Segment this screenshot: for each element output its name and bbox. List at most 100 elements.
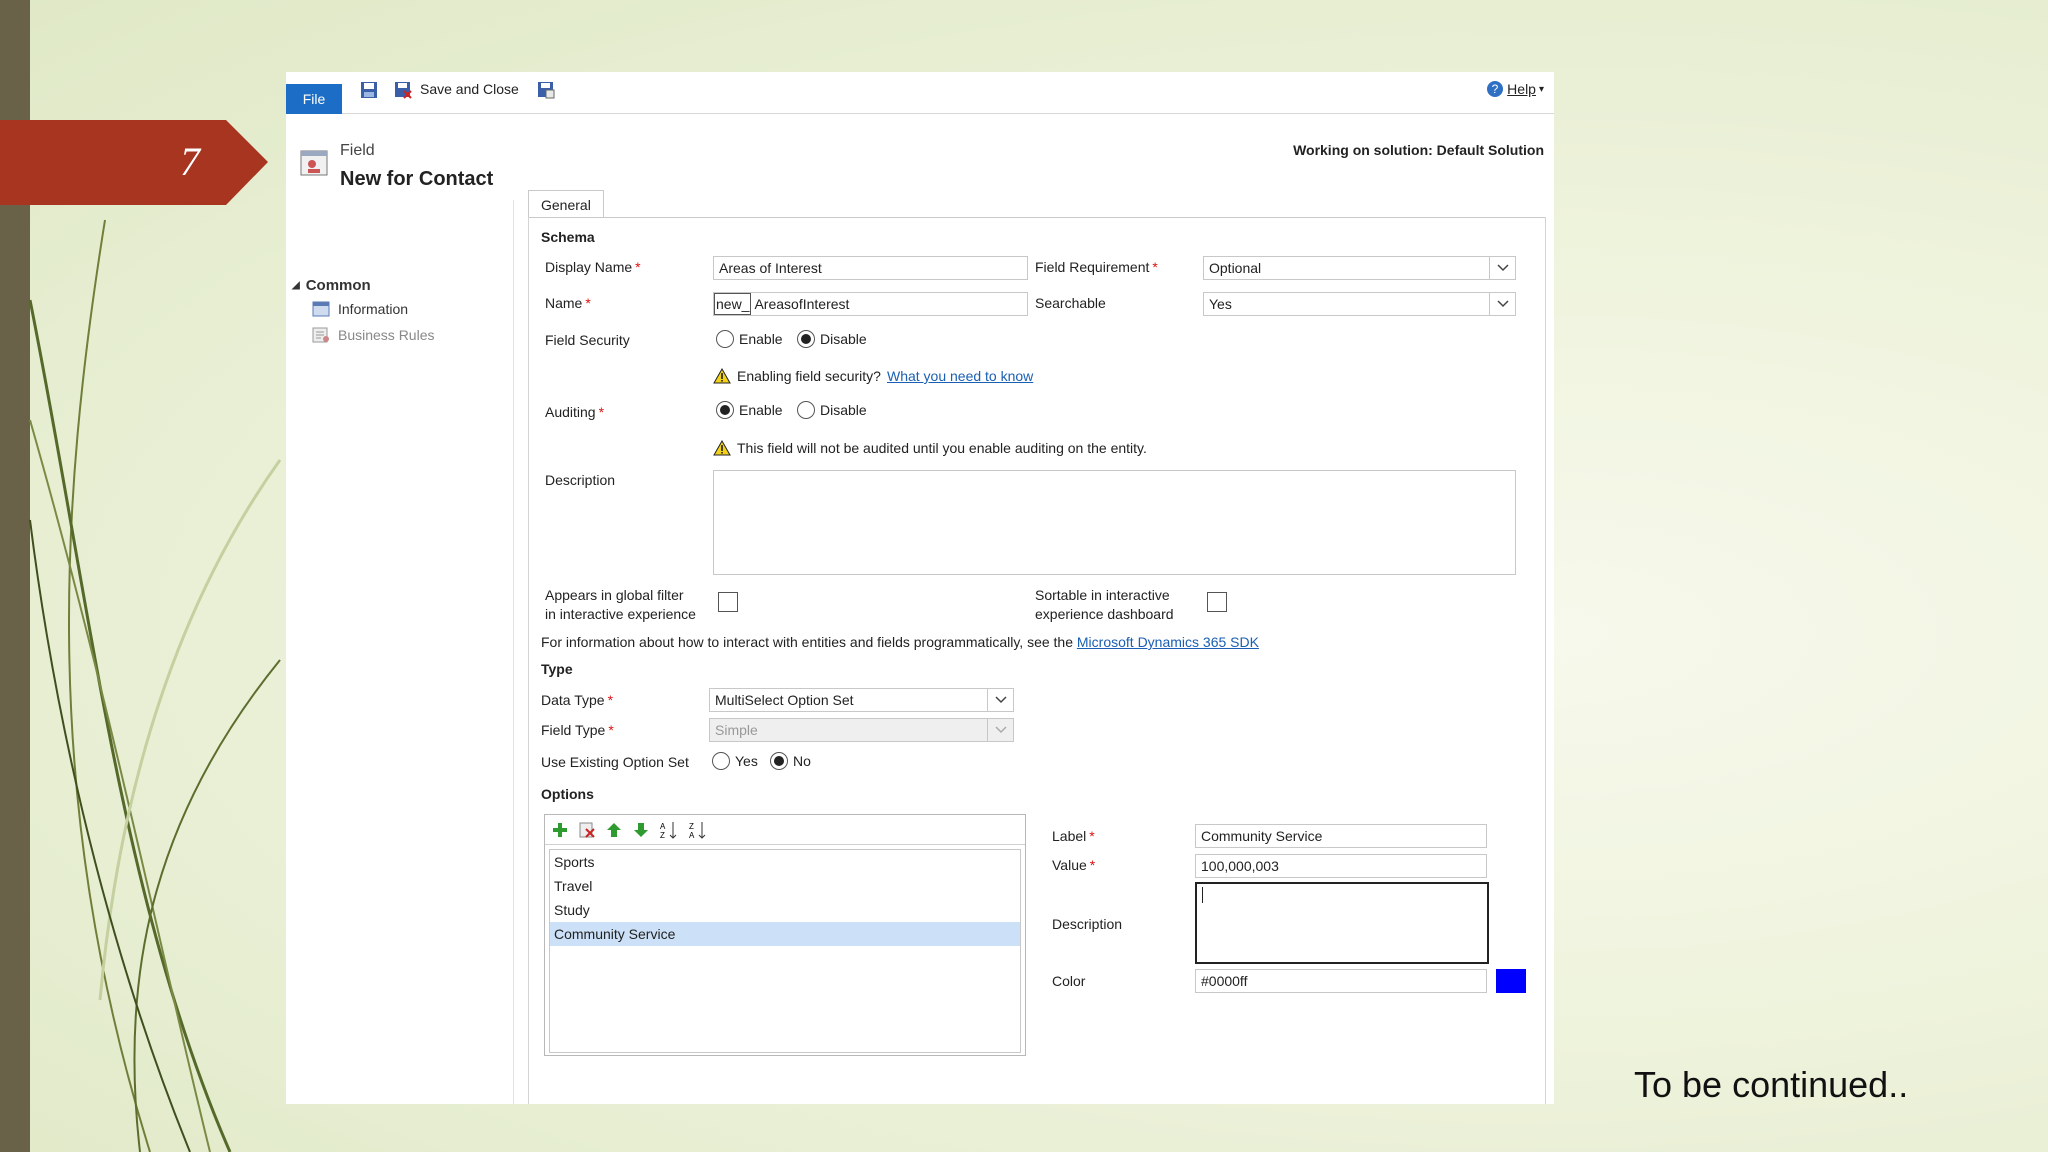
option-label-label: Label * xyxy=(1052,828,1095,844)
svg-text:A: A xyxy=(689,831,695,840)
display-name-label: Display Name * xyxy=(545,259,641,275)
option-item-study[interactable]: Study xyxy=(550,898,1020,922)
ribbon-toolbar: File Save and Close ? Help ▾ xyxy=(286,72,1554,114)
use-existing-yes-radio[interactable]: Yes xyxy=(712,752,758,770)
field-security-enable-radio[interactable]: Enable xyxy=(716,330,783,348)
help-menu[interactable]: ? Help ▾ xyxy=(1486,80,1544,98)
nav-item-information[interactable]: Information xyxy=(312,301,408,317)
name-prefix: new_ xyxy=(714,293,752,315)
field-type-select: Simple xyxy=(709,718,1014,742)
slide-number-badge xyxy=(0,120,268,205)
save-and-close-icon[interactable] xyxy=(393,80,413,100)
use-existing-no-radio[interactable]: No xyxy=(770,752,811,770)
field-security-warning: Enabling field security? What you need t… xyxy=(713,368,1033,384)
radio-circle xyxy=(797,401,815,419)
content-border-right xyxy=(1545,217,1546,1104)
content-border-left xyxy=(528,217,529,1104)
nav-item-business-rules[interactable]: Business Rules xyxy=(312,327,435,343)
warning-icon xyxy=(713,440,731,456)
sort-descending-icon[interactable]: ZA xyxy=(688,820,708,840)
chevron-down-icon xyxy=(987,719,1013,741)
field-requirement-label: Field Requirement * xyxy=(1035,259,1158,275)
global-filter-label: Appears in global filter in interactive e… xyxy=(545,587,696,622)
field-security-disable-radio[interactable]: Disable xyxy=(797,330,867,348)
warning-icon xyxy=(713,368,731,384)
radio-label: Disable xyxy=(820,331,867,347)
schema-heading: Schema xyxy=(541,229,595,245)
what-you-need-to-know-link[interactable]: What you need to know xyxy=(887,368,1033,384)
sdk-link[interactable]: Microsoft Dynamics 365 SDK xyxy=(1077,634,1259,650)
field-type-value: Simple xyxy=(715,722,758,738)
warning-text: This field will not be audited until you… xyxy=(737,440,1147,456)
move-up-icon[interactable] xyxy=(605,821,623,839)
name-value: AreasofInterest xyxy=(754,296,850,312)
save-as-icon[interactable] xyxy=(536,80,556,100)
radio-label: Enable xyxy=(739,331,783,347)
radio-label: Enable xyxy=(739,402,783,418)
delete-option-icon[interactable] xyxy=(578,821,596,839)
field-requirement-value: Optional xyxy=(1209,260,1262,276)
searchable-select[interactable]: Yes xyxy=(1203,292,1516,316)
nav-section-label: Common xyxy=(305,277,371,294)
left-navigation: ◢ Common Information Business Rules xyxy=(286,200,514,1104)
move-down-icon[interactable] xyxy=(632,821,650,839)
name-input[interactable]: new_ AreasofInterest xyxy=(713,292,1028,316)
field-type-label: Field Type * xyxy=(541,722,614,738)
option-value-label: Value * xyxy=(1052,857,1096,873)
radio-label: Disable xyxy=(820,402,867,418)
option-color-label: Color xyxy=(1052,973,1086,989)
help-label: Help xyxy=(1507,81,1536,97)
warning-text: Enabling field security? xyxy=(737,368,881,384)
description-textarea[interactable] xyxy=(713,470,1516,575)
option-value-input[interactable]: 100,000,003 xyxy=(1195,854,1487,878)
option-description-textarea[interactable] xyxy=(1195,882,1489,964)
sort-ascending-icon[interactable]: AZ xyxy=(659,820,679,840)
type-heading: Type xyxy=(541,661,573,677)
option-item-community-service[interactable]: Community Service xyxy=(550,922,1020,946)
add-option-icon[interactable] xyxy=(551,821,569,839)
sdk-text: For information about how to interact wi… xyxy=(541,634,1073,650)
data-type-select[interactable]: MultiSelect Option Set xyxy=(709,688,1014,712)
data-type-value: MultiSelect Option Set xyxy=(715,692,854,708)
nav-section-common[interactable]: ◢ Common xyxy=(292,277,371,294)
auditing-disable-radio[interactable]: Disable xyxy=(797,401,867,419)
options-listbox: AZ ZA Sports Travel Study Community Serv… xyxy=(544,814,1026,1056)
sortable-label: Sortable in interactive experience dashbo… xyxy=(1035,587,1174,622)
global-filter-checkbox[interactable] xyxy=(718,592,738,612)
svg-text:Z: Z xyxy=(660,831,665,840)
save-and-close-button[interactable]: Save and Close xyxy=(420,81,519,97)
display-name-input[interactable]: Areas of Interest xyxy=(713,256,1028,280)
business-rules-icon xyxy=(312,327,329,343)
tab-divider xyxy=(528,217,1546,218)
tab-general[interactable]: General xyxy=(528,190,604,218)
svg-text:A: A xyxy=(660,822,666,831)
sdk-info: For information about how to interact wi… xyxy=(541,634,1259,650)
description-label: Description xyxy=(545,472,616,488)
options-heading: Options xyxy=(541,786,594,802)
options-list: Sports Travel Study Community Service xyxy=(549,849,1021,1053)
option-item-sports[interactable]: Sports xyxy=(550,850,1020,874)
text-cursor xyxy=(1202,887,1203,903)
field-requirement-select[interactable]: Optional xyxy=(1203,256,1516,280)
chevron-down-icon xyxy=(987,689,1013,711)
color-swatch[interactable] xyxy=(1496,969,1526,993)
collapse-triangle-icon: ◢ xyxy=(292,280,300,291)
sortable-checkbox[interactable] xyxy=(1207,592,1227,612)
save-icon[interactable] xyxy=(359,80,379,100)
option-item-travel[interactable]: Travel xyxy=(550,874,1020,898)
radio-circle-selected xyxy=(797,330,815,348)
entity-kind: Field xyxy=(340,142,375,159)
radio-circle xyxy=(716,330,734,348)
file-button[interactable]: File xyxy=(286,84,342,114)
slide-number: 7 xyxy=(180,139,200,184)
svg-text:Z: Z xyxy=(689,822,694,831)
radio-label: No xyxy=(793,753,811,769)
radio-label: Yes xyxy=(735,753,758,769)
page-title: New for Contact xyxy=(340,168,494,190)
option-label-input[interactable]: Community Service xyxy=(1195,824,1487,848)
use-existing-label: Use Existing Option Set xyxy=(541,754,689,770)
auditing-label: Auditing * xyxy=(545,404,605,420)
footer-text: To be continued.. xyxy=(1634,1064,1909,1105)
auditing-enable-radio[interactable]: Enable xyxy=(716,401,783,419)
option-color-input[interactable]: #0000ff xyxy=(1195,969,1487,993)
